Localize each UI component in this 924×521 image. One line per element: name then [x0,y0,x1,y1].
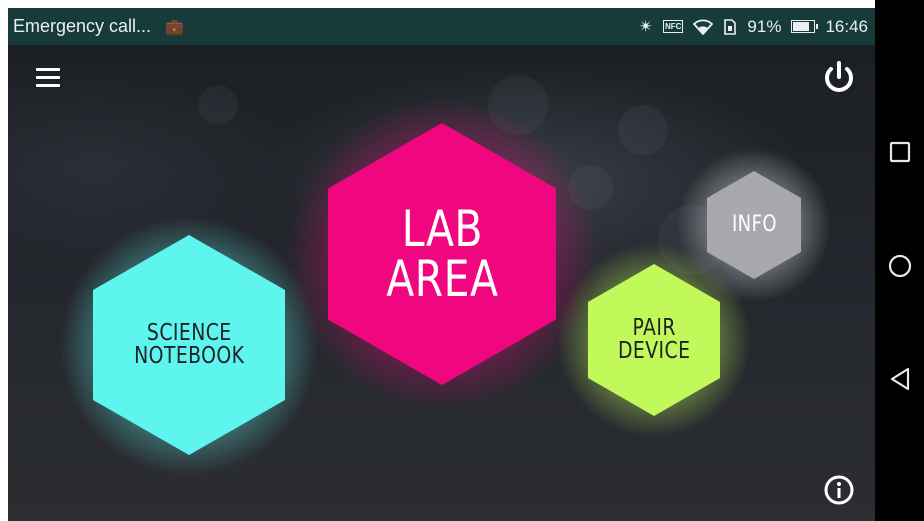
pair-label-line2: DEVICE [617,338,691,364]
hamburger-menu-icon[interactable] [36,68,60,88]
pair-device-tile[interactable]: PAIR DEVICE [588,264,720,416]
background-bokeh [488,75,548,135]
square-recents-icon[interactable] [887,139,913,165]
sim-icon [724,18,737,35]
science-label-line1: SCIENCE [146,320,232,346]
lab-area-label: LAB AREA [374,204,511,304]
pair-label-line1: PAIR [632,315,676,341]
circle-home-icon[interactable] [887,253,913,279]
background-bokeh [198,85,238,125]
lab-area-tile[interactable]: LAB AREA [328,123,556,385]
power-icon[interactable] [821,60,857,96]
info-label: INFO [731,212,777,237]
status-time: 16:46 [825,16,868,36]
screen-border-left [0,0,8,521]
info-icon[interactable] [823,474,855,506]
wifi-icon [693,19,714,35]
science-notebook-label: SCIENCE NOTEBOOK [122,322,257,368]
battery-percent: 91% [747,16,782,36]
screen-border-top [0,0,875,8]
triangle-back-icon[interactable] [887,366,913,392]
background-bokeh [568,165,613,210]
battery-icon [791,20,819,33]
lab-label-line2: AREA [385,250,499,308]
info-tile[interactable]: INFO [707,171,801,279]
nfc-icon: NFC [662,20,684,33]
battery-fill [793,22,810,31]
status-left: Emergency call... 💼 [13,16,184,37]
emergency-call-text: Emergency call... [13,16,152,36]
science-label-line2: NOTEBOOK [133,343,245,369]
lab-label-line1: LAB [401,200,483,258]
android-nav-bar [875,0,924,521]
science-notebook-tile[interactable]: SCIENCE NOTEBOOK [93,235,285,455]
bluetooth-icon: ✴ [638,16,653,36]
app-home-screen: SCIENCE NOTEBOOK LAB AREA PAIR DEVICE IN… [8,45,875,521]
clipboard-check-icon: 💼 [165,18,184,36]
status-right: ✴ NFC 91% 16:46 [639,17,868,37]
status-bar: Emergency call... 💼 ✴ NFC 91% 16:46 [8,8,875,45]
background-bokeh [618,105,668,155]
pair-device-label: PAIR DEVICE [610,317,698,363]
